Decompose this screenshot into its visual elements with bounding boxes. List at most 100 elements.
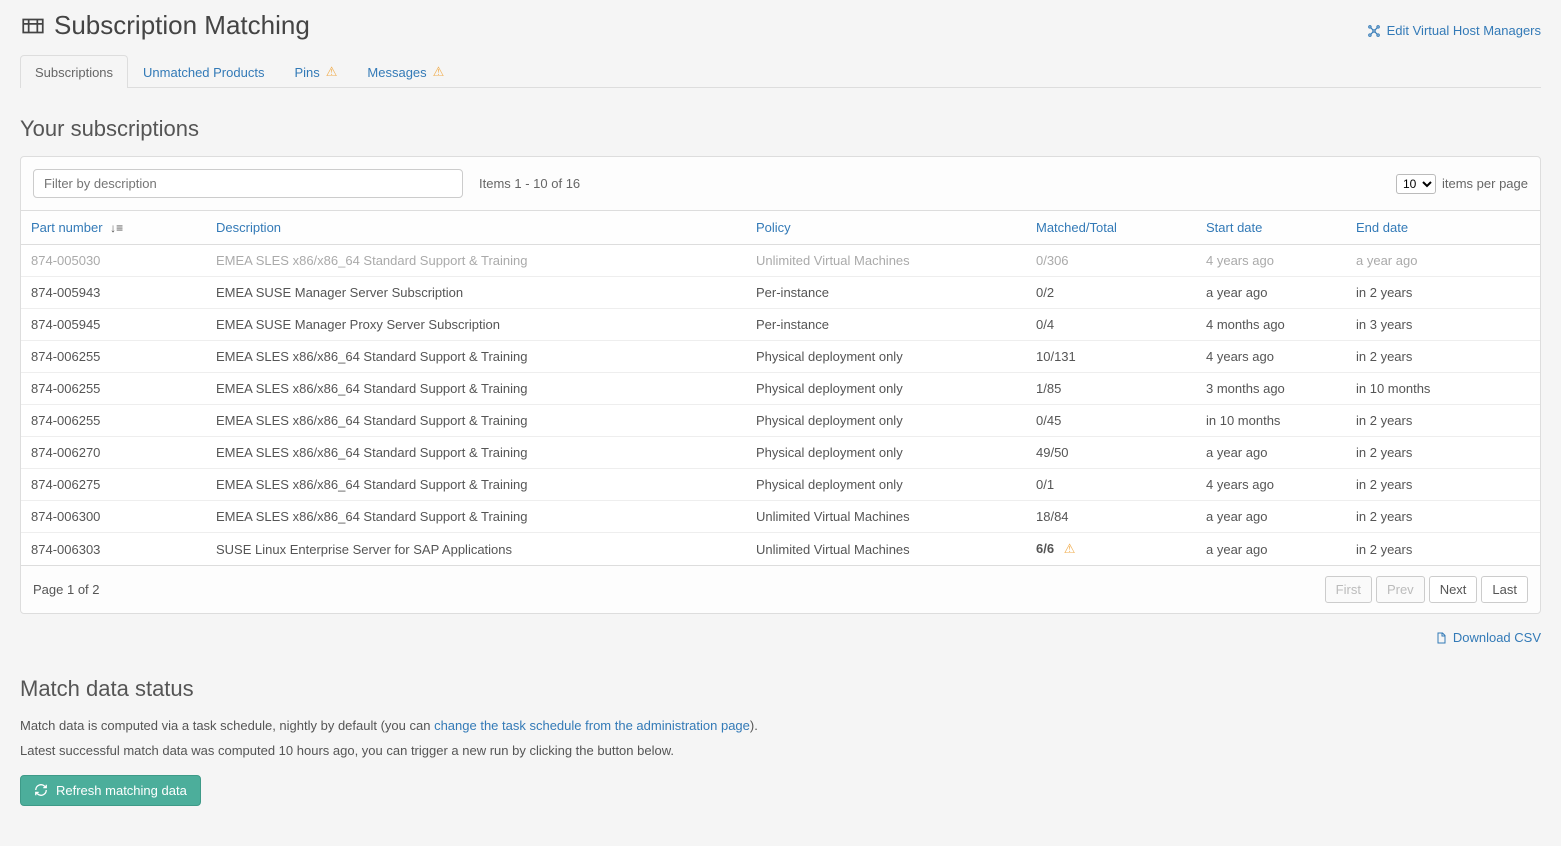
edit-virtual-host-managers-label: Edit Virtual Host Managers [1387, 23, 1541, 38]
subscriptions-table: Part number ↓≡ Description Policy Matche… [21, 210, 1540, 565]
cell-end-date: a year ago [1346, 245, 1540, 277]
cell-start-date: 3 months ago [1196, 373, 1346, 405]
col-part-number[interactable]: Part number ↓≡ [21, 211, 206, 245]
table-row[interactable]: 874-006300EMEA SLES x86/x86_64 Standard … [21, 501, 1540, 533]
cell-start-date: 4 years ago [1196, 469, 1346, 501]
cell-start-date: a year ago [1196, 437, 1346, 469]
table-footer: Page 1 of 2 First Prev Next Last [21, 565, 1540, 613]
cell-start-date: in 10 months [1196, 405, 1346, 437]
cell-part-number: 874-006255 [21, 373, 206, 405]
pager-prev[interactable]: Prev [1376, 576, 1425, 603]
cell-matched-total: 1/85 [1026, 373, 1196, 405]
table-row[interactable]: 874-005030EMEA SLES x86/x86_64 Standard … [21, 245, 1540, 277]
task-schedule-link[interactable]: change the task schedule from the admini… [434, 718, 750, 733]
table-row[interactable]: 874-006275EMEA SLES x86/x86_64 Standard … [21, 469, 1540, 501]
cell-end-date: in 2 years [1346, 405, 1540, 437]
toolbar: Items 1 - 10 of 16 10 items per page [21, 157, 1540, 210]
cell-description: SUSE Linux Enterprise Server for SAP App… [206, 533, 746, 566]
cell-matched-total: 0/1 [1026, 469, 1196, 501]
cell-policy: Unlimited Virtual Machines [746, 533, 1026, 566]
cell-policy: Physical deployment only [746, 469, 1026, 501]
cell-policy: Physical deployment only [746, 405, 1026, 437]
page-title: Subscription Matching [20, 10, 310, 41]
subscription-icon [20, 13, 46, 39]
col-start-date[interactable]: Start date [1196, 211, 1346, 245]
table-row[interactable]: 874-006270EMEA SLES x86/x86_64 Standard … [21, 437, 1540, 469]
cell-part-number: 874-006270 [21, 437, 206, 469]
cell-policy: Physical deployment only [746, 437, 1026, 469]
status-line-2: Latest successful match data was compute… [20, 741, 1541, 761]
cell-part-number: 874-005030 [21, 245, 206, 277]
page-title-text: Subscription Matching [54, 10, 310, 41]
edit-virtual-host-managers-link[interactable]: Edit Virtual Host Managers [1367, 23, 1541, 38]
cell-policy: Per-instance [746, 309, 1026, 341]
status-line-1: Match data is computed via a task schedu… [20, 716, 1541, 736]
tabs: Subscriptions Unmatched Products Pins ⚠ Mess… [20, 55, 1541, 88]
cell-start-date: a year ago [1196, 501, 1346, 533]
section-title: Your subscriptions [20, 116, 1541, 142]
pager-first[interactable]: First [1325, 576, 1372, 603]
cell-end-date: in 2 years [1346, 277, 1540, 309]
page-indicator: Page 1 of 2 [33, 582, 100, 597]
filter-input[interactable] [33, 169, 463, 198]
tab-pins[interactable]: Pins ⚠ [279, 55, 352, 88]
cell-policy: Per-instance [746, 277, 1026, 309]
cell-matched-total: 6/6 ⚠ [1026, 533, 1196, 566]
warning-icon: ⚠ [326, 64, 338, 80]
table-row[interactable]: 874-006255EMEA SLES x86/x86_64 Standard … [21, 341, 1540, 373]
refresh-button-label: Refresh matching data [56, 783, 187, 798]
pager-next[interactable]: Next [1429, 576, 1478, 603]
col-matched-total[interactable]: Matched/Total [1026, 211, 1196, 245]
tab-label: Pins [294, 65, 319, 80]
col-description[interactable]: Description [206, 211, 746, 245]
tab-subscriptions[interactable]: Subscriptions [20, 55, 128, 88]
warning-icon: ⚠ [1064, 541, 1076, 557]
cell-end-date: in 2 years [1346, 437, 1540, 469]
cell-description: EMEA SLES x86/x86_64 Standard Support & … [206, 501, 746, 533]
cell-matched-total: 18/84 [1026, 501, 1196, 533]
refresh-button[interactable]: Refresh matching data [20, 775, 201, 806]
cell-end-date: in 2 years [1346, 469, 1540, 501]
cell-policy: Unlimited Virtual Machines [746, 501, 1026, 533]
cell-start-date: 4 months ago [1196, 309, 1346, 341]
cell-policy: Physical deployment only [746, 373, 1026, 405]
cell-policy: Physical deployment only [746, 341, 1026, 373]
cell-description: EMEA SLES x86/x86_64 Standard Support & … [206, 405, 746, 437]
cell-part-number: 874-006275 [21, 469, 206, 501]
tab-label: Subscriptions [35, 65, 113, 80]
sort-asc-icon: ↓≡ [110, 221, 123, 235]
table-row[interactable]: 874-005943EMEA SUSE Manager Server Subsc… [21, 277, 1540, 309]
cell-matched-total: 0/306 [1026, 245, 1196, 277]
cell-part-number: 874-006255 [21, 341, 206, 373]
cell-end-date: in 3 years [1346, 309, 1540, 341]
pager: First Prev Next Last [1325, 576, 1528, 603]
tab-label: Messages [367, 65, 426, 80]
table-row[interactable]: 874-006255EMEA SLES x86/x86_64 Standard … [21, 373, 1540, 405]
table-row[interactable]: 874-005945EMEA SUSE Manager Proxy Server… [21, 309, 1540, 341]
col-policy[interactable]: Policy [746, 211, 1026, 245]
cell-matched-total: 0/4 [1026, 309, 1196, 341]
cell-start-date: a year ago [1196, 277, 1346, 309]
items-count: Items 1 - 10 of 16 [479, 176, 580, 191]
cell-end-date: in 10 months [1346, 373, 1540, 405]
cell-description: EMEA SUSE Manager Proxy Server Subscript… [206, 309, 746, 341]
tab-messages[interactable]: Messages⚠ [352, 55, 459, 88]
cell-part-number: 874-005943 [21, 277, 206, 309]
cell-description: EMEA SUSE Manager Server Subscription [206, 277, 746, 309]
tab-label: Unmatched Products [143, 65, 264, 80]
cell-part-number: 874-006300 [21, 501, 206, 533]
table-row[interactable]: 874-006255EMEA SLES x86/x86_64 Standard … [21, 405, 1540, 437]
pager-last[interactable]: Last [1481, 576, 1528, 603]
items-per-page-label: items per page [1442, 176, 1528, 191]
tab-unmatched-products[interactable]: Unmatched Products [128, 55, 279, 88]
table-row[interactable]: 874-006303SUSE Linux Enterprise Server f… [21, 533, 1540, 566]
cell-start-date: 4 years ago [1196, 341, 1346, 373]
cell-matched-total: 0/45 [1026, 405, 1196, 437]
download-csv-link[interactable]: Download CSV [1435, 630, 1541, 645]
col-end-date[interactable]: End date [1346, 211, 1540, 245]
status-title: Match data status [20, 676, 1541, 702]
cell-end-date: in 2 years [1346, 501, 1540, 533]
cell-description: EMEA SLES x86/x86_64 Standard Support & … [206, 341, 746, 373]
cell-policy: Unlimited Virtual Machines [746, 245, 1026, 277]
items-per-page-select[interactable]: 10 [1396, 174, 1436, 194]
